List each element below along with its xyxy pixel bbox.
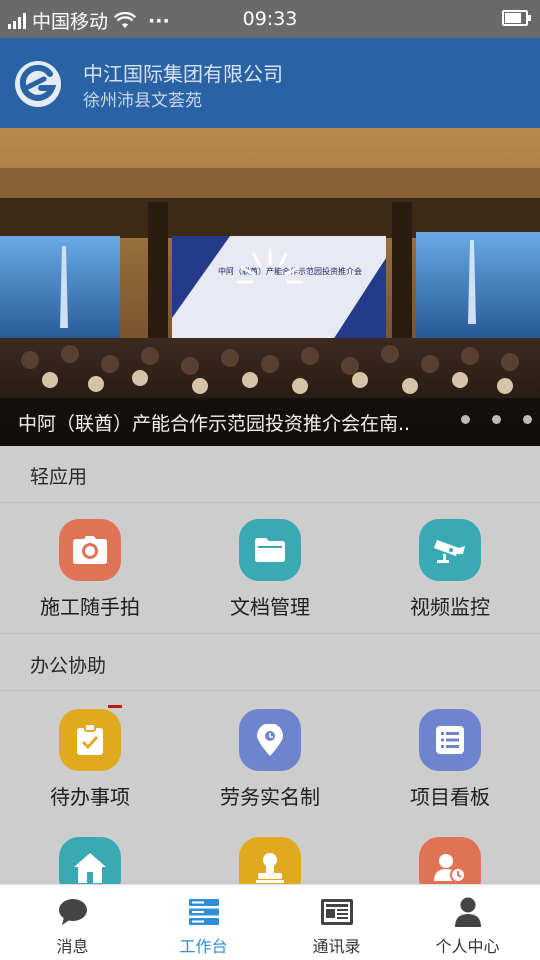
person-icon	[400, 895, 535, 929]
clipboard-check-icon	[59, 709, 121, 771]
tab-label: 通讯录	[312, 937, 361, 956]
section-title-light-apps: 轻应用	[30, 466, 88, 488]
app-construction-photo[interactable]: 施工随手拍	[0, 519, 180, 620]
light-apps-grid: 施工随手拍 文档管理 视频监控	[0, 502, 540, 634]
app-video-surveillance[interactable]: 视频监控	[360, 519, 540, 620]
app-housing[interactable]	[0, 837, 180, 884]
app-labor-real-name[interactable]: 劳务实名制	[180, 709, 360, 810]
battery-icon	[502, 10, 531, 26]
company-name: 中江国际集团有限公司	[83, 62, 283, 86]
app-label: 视频监控	[410, 595, 490, 619]
app-header: 中江国际集团有限公司 徐州沛县文荟苑	[0, 38, 540, 128]
banner-caption[interactable]: 中阿（联酋）产能合作示范园投资推介会在南..	[18, 409, 410, 436]
clock: 09:33	[242, 8, 298, 30]
carousel-dot[interactable]	[492, 415, 501, 424]
tab-workbench[interactable]: 工作台	[136, 885, 271, 960]
home-icon	[59, 837, 121, 884]
app-label: 待办事项	[50, 785, 130, 809]
office-assist-grid: 待办事项 劳务实名制 项目看板	[0, 690, 540, 884]
user-clock-icon	[419, 837, 481, 884]
list-board-icon	[419, 709, 481, 771]
app-todo[interactable]: 待办事项	[0, 709, 180, 810]
company-logo-icon	[15, 61, 61, 107]
tab-label: 工作台	[179, 937, 228, 956]
cctv-camera-icon	[419, 519, 481, 581]
folder-icon	[239, 519, 301, 581]
section-title-office-assist: 办公协助	[30, 655, 107, 677]
location-pin-icon	[239, 709, 301, 771]
app-label: 施工随手拍	[40, 595, 140, 619]
app-seal[interactable]	[180, 837, 360, 884]
tab-label: 消息	[56, 937, 89, 956]
tab-profile[interactable]: 个人中心	[400, 885, 535, 960]
stamp-icon	[239, 837, 301, 884]
tab-label: 个人中心	[435, 937, 500, 956]
app-label: 劳务实名制	[220, 785, 320, 809]
loading-spinner-icon	[236, 248, 304, 284]
chat-bubble-icon	[5, 895, 140, 929]
news-banner[interactable]: 中阿（联酋）产能合作示范园投资推介会 中阿（联酋）产能合作示范园投资推介会在南	[0, 128, 540, 446]
app-label: 项目看板	[410, 785, 490, 809]
project-name: 徐州沛县文荟苑	[83, 91, 202, 111]
camera-icon	[59, 519, 121, 581]
todo-badge	[108, 705, 122, 708]
carousel-indicator[interactable]	[461, 415, 532, 424]
carousel-dot[interactable]	[523, 415, 532, 424]
bottom-tab-bar: 消息 工作台 通讯录 个人中心	[0, 884, 540, 960]
app-attendance[interactable]	[360, 837, 540, 884]
tab-contacts[interactable]: 通讯录	[269, 885, 404, 960]
server-stack-icon	[136, 895, 271, 929]
tab-messages[interactable]: 消息	[5, 885, 140, 960]
status-bar: 中国移动 ··· 09:33	[0, 0, 540, 38]
workbench-content[interactable]: 轻应用 施工随手拍 文档管理 视频监控 办公协助 待办事项 劳务实名制 项目看板	[0, 446, 540, 884]
app-project-board[interactable]: 项目看板	[360, 709, 540, 810]
app-document-management[interactable]: 文档管理	[180, 519, 360, 620]
app-label: 文档管理	[230, 595, 310, 619]
newspaper-icon	[269, 895, 404, 929]
carousel-dot[interactable]	[461, 415, 470, 424]
